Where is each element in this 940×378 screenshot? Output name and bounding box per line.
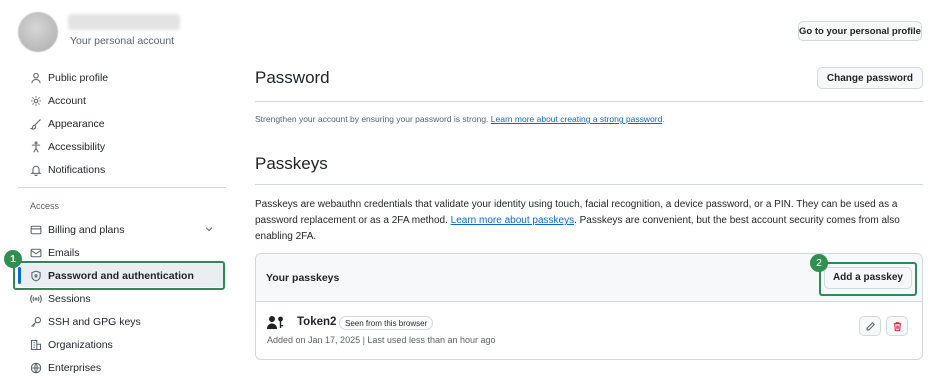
sidebar-item-label: Accessibility bbox=[48, 140, 106, 153]
strong-password-link[interactable]: Learn more about creating a strong passw… bbox=[491, 114, 663, 124]
sidebar-item-accessibility[interactable]: Accessibility bbox=[18, 135, 226, 158]
mail-icon bbox=[30, 247, 42, 259]
step1-highlight-box bbox=[13, 261, 225, 290]
password-section-header: Password Change password bbox=[255, 62, 923, 94]
sidebar-item-label: Public profile bbox=[48, 71, 109, 84]
password-description: Strengthen your account by ensuring your… bbox=[255, 114, 923, 124]
sidebar-item-label: Emails bbox=[48, 246, 80, 259]
sidebar-item-enterprises[interactable]: Enterprises bbox=[18, 356, 226, 378]
trash-icon bbox=[893, 321, 901, 331]
sidebar-section-access: Access bbox=[30, 201, 60, 211]
sidebar-item-label: Sessions bbox=[48, 292, 91, 305]
chevron-down-icon[interactable] bbox=[204, 224, 214, 234]
learn-more-passkeys-link[interactable]: Learn more about passkeys bbox=[451, 215, 574, 226]
step2-badge: 2 bbox=[810, 254, 828, 272]
password-heading: Password bbox=[255, 68, 330, 87]
sidebar-item-password-authentication[interactable]: Password and authentication 1 bbox=[4, 250, 226, 290]
edit-passkey-button[interactable] bbox=[859, 316, 881, 336]
passkey-name: Token2 bbox=[297, 316, 337, 328]
account-header: Your personal account Go to your persona… bbox=[0, 0, 940, 60]
pencil-icon bbox=[866, 321, 875, 330]
sidebar-item-organizations[interactable]: Organizations bbox=[18, 333, 226, 356]
organization-icon bbox=[30, 339, 42, 351]
sidebar-divider bbox=[18, 187, 226, 188]
passkeys-heading: Passkeys bbox=[255, 154, 328, 173]
delete-passkey-button[interactable] bbox=[886, 316, 908, 336]
section-divider bbox=[255, 184, 923, 185]
sidebar-item-label: SSH and GPG keys bbox=[48, 315, 141, 328]
passkeys-box: Your passkeys Add a passkey 2 Token2 See… bbox=[255, 253, 923, 360]
credit-card-icon bbox=[30, 224, 42, 236]
person-key-icon bbox=[267, 315, 285, 329]
sidebar-item-label: Billing and plans bbox=[48, 223, 125, 236]
go-to-profile-button[interactable]: Go to your personal profile bbox=[798, 21, 922, 41]
passkeys-description: Passkeys are webauthn credentials that v… bbox=[255, 197, 905, 245]
blurred-username bbox=[68, 14, 180, 30]
section-divider bbox=[255, 101, 923, 102]
sidebar-item-label: Account bbox=[48, 94, 86, 107]
password-description-text: Strengthen your account by ensuring your… bbox=[255, 114, 489, 124]
sidebar-item-account[interactable]: Account bbox=[18, 89, 226, 112]
sidebar-item-appearance[interactable]: Appearance bbox=[18, 112, 226, 135]
passkey-row: Token2 Seen from this browser Added on J… bbox=[256, 302, 922, 359]
step2-highlight-box bbox=[819, 262, 917, 296]
your-passkeys-title: Your passkeys bbox=[266, 271, 340, 284]
avatar[interactable] bbox=[18, 12, 58, 52]
bell-icon bbox=[30, 164, 42, 176]
passkey-metadata: Added on Jan 17, 2025 | Last used less t… bbox=[267, 335, 496, 345]
sidebar-item-sessions[interactable]: Sessions bbox=[18, 287, 226, 310]
passkeys-section-header: Passkeys bbox=[255, 148, 923, 180]
password-description-end: . bbox=[662, 114, 665, 124]
step1-badge: 1 bbox=[4, 250, 22, 268]
sidebar-item-label: Organizations bbox=[48, 338, 113, 351]
gear-icon bbox=[30, 95, 42, 107]
broadcast-icon bbox=[30, 293, 42, 305]
sidebar-item-label: Appearance bbox=[48, 117, 105, 130]
accessibility-icon bbox=[30, 140, 42, 153]
sidebar-item-label: Enterprises bbox=[48, 361, 102, 374]
sidebar-item-label: Notifications bbox=[48, 163, 106, 176]
sidebar-item-billing[interactable]: Billing and plans bbox=[18, 218, 226, 241]
passkeys-box-header: Your passkeys Add a passkey 2 bbox=[256, 254, 922, 302]
seen-from-browser-badge: Seen from this browser bbox=[339, 316, 434, 330]
account-subtitle: Your personal account bbox=[70, 35, 175, 47]
main-content: Password Change password Strengthen your… bbox=[255, 62, 923, 360]
key-icon bbox=[30, 316, 42, 328]
person-icon bbox=[30, 72, 42, 84]
paintbrush-icon bbox=[30, 118, 42, 130]
sidebar-item-ssh-gpg[interactable]: SSH and GPG keys bbox=[18, 310, 226, 333]
change-password-button[interactable]: Change password bbox=[816, 67, 923, 89]
sidebar-item-notifications[interactable]: Notifications bbox=[18, 158, 226, 181]
settings-sidebar: Public profile Account Appearance Access… bbox=[4, 66, 226, 378]
globe-icon bbox=[30, 362, 42, 374]
sidebar-item-public-profile[interactable]: Public profile bbox=[18, 66, 226, 89]
